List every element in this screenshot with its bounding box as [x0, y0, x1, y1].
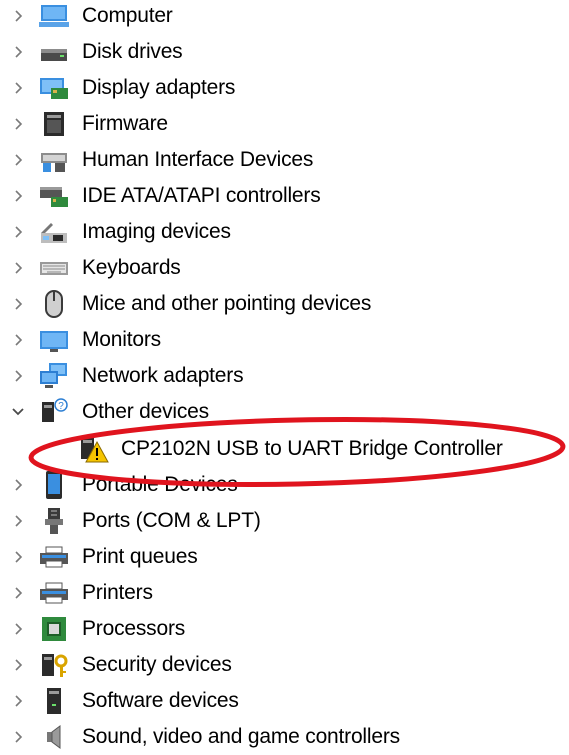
tree-item-portable-devices[interactable]: Portable Devices	[0, 467, 569, 503]
tree-item-computer[interactable]: Computer	[0, 0, 569, 34]
software-device-icon	[38, 685, 70, 717]
tree-item-firmware[interactable]: Firmware	[0, 106, 569, 142]
tree-item-label: Monitors	[82, 328, 161, 351]
network-adapter-icon	[38, 360, 70, 392]
chevron-right-icon[interactable]	[4, 611, 32, 647]
tree-item-ports[interactable]: Ports (COM & LPT)	[0, 503, 569, 539]
sound-controller-icon	[38, 721, 70, 753]
tree-item-security-devices[interactable]: Security devices	[0, 647, 569, 683]
tree-item-software-devices[interactable]: Software devices	[0, 683, 569, 719]
tree-item-label: Disk drives	[82, 40, 183, 63]
mouse-icon	[38, 288, 70, 320]
processor-icon	[38, 613, 70, 645]
display-adapter-icon	[38, 72, 70, 104]
tree-item-label: Other devices	[82, 400, 209, 423]
tree-item-label: Firmware	[82, 112, 168, 135]
portable-device-icon	[38, 469, 70, 501]
printer-icon	[38, 577, 70, 609]
tree-item-label: Sound, video and game controllers	[82, 725, 400, 748]
monitor-icon	[38, 324, 70, 356]
chevron-right-icon[interactable]	[4, 358, 32, 394]
chevron-right-icon[interactable]	[4, 70, 32, 106]
chevron-right-icon[interactable]	[4, 539, 32, 575]
security-device-icon	[38, 649, 70, 681]
chevron-right-icon[interactable]	[4, 647, 32, 683]
tree-item-ide-controllers[interactable]: IDE ATA/ATAPI controllers	[0, 178, 569, 214]
chevron-right-icon[interactable]	[4, 719, 32, 755]
tree-item-label: Human Interface Devices	[82, 148, 314, 171]
tree-item-label: Mice and other pointing devices	[82, 292, 372, 315]
chevron-right-icon[interactable]	[4, 250, 32, 286]
computer-icon	[38, 0, 70, 32]
tree-item-monitors[interactable]: Monitors	[0, 322, 569, 358]
tree-item-label: Keyboards	[82, 256, 181, 279]
svg-text:?: ?	[58, 401, 64, 412]
tree-item-other-devices[interactable]: ? Other devices	[0, 394, 569, 430]
tree-item-keyboards[interactable]: Keyboards	[0, 250, 569, 286]
warning-device-icon	[78, 433, 110, 465]
chevron-right-icon[interactable]	[4, 214, 32, 250]
chevron-right-icon[interactable]	[4, 286, 32, 322]
tree-item-label: Imaging devices	[82, 220, 231, 243]
tree-item-label: Printers	[82, 581, 153, 604]
hid-icon	[38, 144, 70, 176]
tree-item-imaging-devices[interactable]: Imaging devices	[0, 214, 569, 250]
chevron-right-icon[interactable]	[4, 178, 32, 214]
disk-drive-icon	[38, 36, 70, 68]
ide-controller-icon	[38, 180, 70, 212]
firmware-icon	[38, 108, 70, 140]
tree-item-display-adapters[interactable]: Display adapters	[0, 70, 569, 106]
tree-item-human-interface-devices[interactable]: Human Interface Devices	[0, 142, 569, 178]
imaging-device-icon	[38, 216, 70, 248]
chevron-right-icon[interactable]	[4, 142, 32, 178]
tree-item-label: Computer	[82, 4, 173, 27]
print-queue-icon	[38, 541, 70, 573]
tree-item-label: Display adapters	[82, 76, 236, 99]
chevron-right-icon[interactable]	[4, 467, 32, 503]
tree-item-sound-controllers[interactable]: Sound, video and game controllers	[0, 719, 569, 755]
tree-item-label: Network adapters	[82, 364, 244, 387]
tree-item-mice[interactable]: Mice and other pointing devices	[0, 286, 569, 322]
tree-item-label: Print queues	[82, 545, 198, 568]
chevron-right-icon[interactable]	[4, 575, 32, 611]
tree-item-label: CP2102N USB to UART Bridge Controller	[121, 437, 503, 460]
chevron-right-icon[interactable]	[4, 106, 32, 142]
chevron-right-icon[interactable]	[4, 34, 32, 70]
chevron-right-icon[interactable]	[4, 683, 32, 719]
chevron-down-icon[interactable]	[4, 394, 32, 430]
other-devices-icon: ?	[38, 396, 70, 428]
tree-item-label: IDE ATA/ATAPI controllers	[82, 184, 321, 207]
tree-item-label: Software devices	[82, 689, 239, 712]
chevron-right-icon[interactable]	[4, 0, 32, 34]
tree-item-processors[interactable]: Processors	[0, 611, 569, 647]
tree-item-print-queues[interactable]: Print queues	[0, 539, 569, 575]
tree-item-label: Portable Devices	[82, 473, 238, 496]
tree-item-disk-drives[interactable]: Disk drives	[0, 34, 569, 70]
chevron-right-icon[interactable]	[4, 503, 32, 539]
tree-item-label: Processors	[82, 617, 186, 640]
tree-item-cp2102n[interactable]: CP2102N USB to UART Bridge Controller	[0, 431, 569, 467]
tree-item-label: Security devices	[82, 653, 232, 676]
keyboard-icon	[38, 252, 70, 284]
tree-item-label: Ports (COM & LPT)	[82, 509, 261, 532]
device-tree: Computer Disk drives Display adapters Fi…	[0, 0, 569, 751]
tree-item-network-adapters[interactable]: Network adapters	[0, 358, 569, 394]
tree-item-printers[interactable]: Printers	[0, 575, 569, 611]
port-icon	[38, 505, 70, 537]
chevron-right-icon[interactable]	[4, 322, 32, 358]
